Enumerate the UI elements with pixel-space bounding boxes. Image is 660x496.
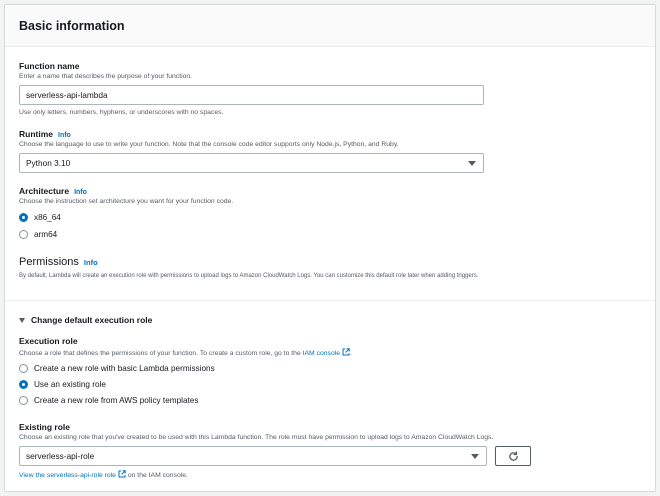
execution-role-option-existing[interactable]: Use an existing role	[19, 378, 106, 390]
runtime-description: Choose the language to use to write your…	[19, 141, 399, 148]
view-role-suffix: on the IAM console.	[125, 472, 188, 479]
radio-unchecked-icon[interactable]	[19, 229, 28, 239]
function-name-value: serverless-api-lambda	[26, 90, 108, 100]
permissions-info-link[interactable]: Info	[84, 258, 98, 267]
execution-role-description-suffix: .	[350, 350, 352, 357]
panel-header: Basic information	[5, 5, 655, 47]
existing-role-description: Choose an existing role that you've crea…	[19, 434, 494, 441]
basic-information-panel: Basic information Function name Enter a …	[4, 4, 656, 492]
panel-title: Basic information	[19, 19, 125, 33]
radio-checked-icon[interactable]	[19, 212, 28, 222]
execution-role-option-label: Use an existing role	[34, 379, 106, 389]
runtime-label: Runtime	[19, 129, 53, 139]
iam-console-link[interactable]: IAM console	[303, 350, 340, 357]
architecture-option-arm64[interactable]: arm64	[19, 228, 57, 240]
architecture-label-row: Architecture Info	[19, 186, 87, 196]
runtime-selected-value: Python 3.10	[26, 158, 71, 168]
radio-unchecked-icon[interactable]	[19, 395, 28, 405]
external-link-icon[interactable]	[118, 470, 126, 478]
permissions-description: By default, Lambda will create an execut…	[19, 273, 479, 279]
execution-role-option-label: Create a new role from AWS policy templa…	[34, 395, 199, 405]
function-name-label: Function name	[19, 61, 80, 71]
function-name-description: Enter a name that describes the purpose …	[19, 73, 193, 80]
radio-unchecked-icon[interactable]	[19, 363, 28, 373]
execution-role-description: Choose a role that defines the permissio…	[19, 348, 352, 357]
architecture-option-x86[interactable]: x86_64	[19, 211, 61, 223]
architecture-info-link[interactable]: Info	[74, 189, 87, 196]
refresh-button[interactable]	[495, 446, 531, 466]
architecture-label: Architecture	[19, 186, 70, 196]
architecture-description: Choose the instruction set architecture …	[19, 198, 234, 205]
view-role-row: View the serverless-api-role role on the…	[19, 470, 188, 479]
permissions-title-row: Permissions Info	[19, 256, 98, 268]
existing-role-select[interactable]: serverless-api-role	[19, 446, 487, 466]
permissions-title: Permissions	[19, 256, 79, 268]
execution-role-description-text: Choose a role that defines the permissio…	[19, 350, 303, 357]
execution-role-option-policy-templates[interactable]: Create a new role from AWS policy templa…	[19, 394, 198, 406]
existing-role-label: Existing role	[19, 422, 71, 432]
refresh-icon	[508, 450, 518, 461]
runtime-info-link[interactable]: Info	[58, 132, 71, 139]
view-role-link[interactable]: View the serverless-api-role role	[19, 472, 116, 479]
caret-down-icon	[19, 317, 25, 323]
change-execution-role-label: Change default execution role	[31, 315, 153, 325]
execution-role-option-new-basic[interactable]: Create a new role with basic Lambda perm…	[19, 362, 215, 374]
function-name-input[interactable]: serverless-api-lambda	[19, 85, 484, 105]
architecture-option-label: arm64	[34, 229, 58, 239]
section-divider	[5, 300, 655, 301]
caret-down-icon	[471, 454, 479, 459]
architecture-option-label: x86_64	[34, 212, 61, 222]
runtime-label-row: Runtime Info	[19, 129, 71, 139]
function-name-hint: Use only letters, numbers, hyphens, or u…	[19, 109, 224, 116]
execution-role-option-label: Create a new role with basic Lambda perm…	[34, 363, 215, 373]
radio-checked-icon[interactable]	[19, 379, 28, 389]
caret-down-icon	[468, 161, 476, 166]
external-link-icon[interactable]	[342, 348, 350, 356]
execution-role-label: Execution role	[19, 336, 78, 346]
existing-role-selected-value: serverless-api-role	[26, 451, 95, 461]
runtime-select[interactable]: Python 3.10	[19, 153, 484, 173]
change-execution-role-toggle[interactable]: Change default execution role	[19, 315, 152, 325]
